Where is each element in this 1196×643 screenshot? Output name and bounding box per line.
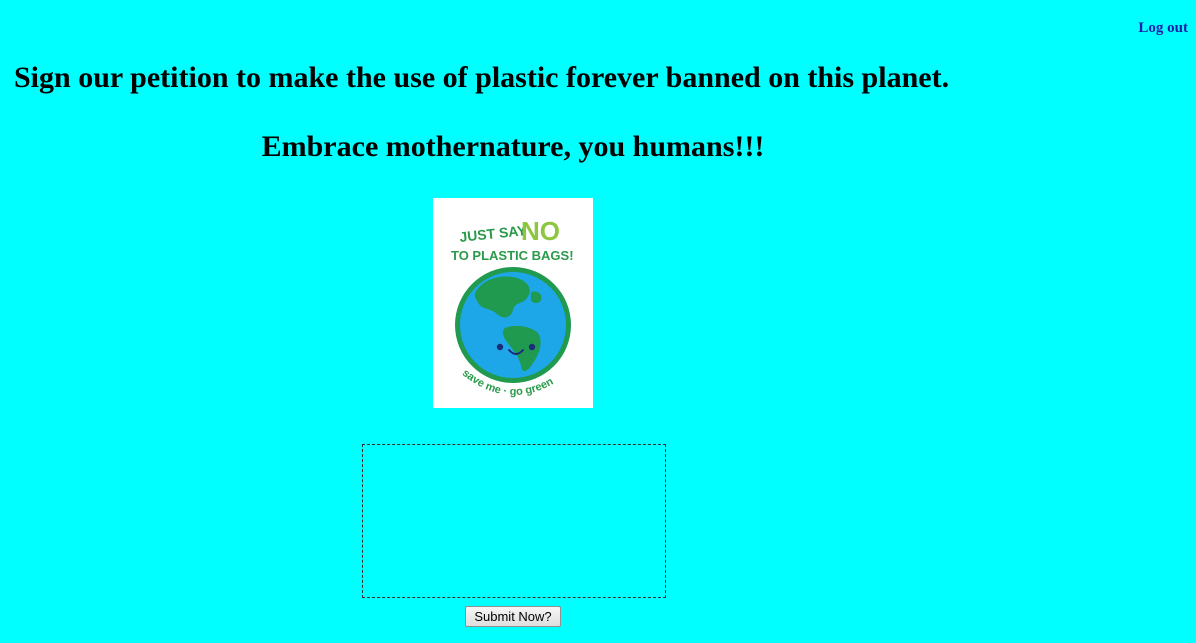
submit-button[interactable]: Submit Now?	[465, 606, 561, 627]
logout-link[interactable]: Log out	[1138, 20, 1188, 37]
page-title: Sign our petition to make the use of pla…	[14, 61, 950, 94]
poster-line1-emphasis: NO	[521, 216, 560, 246]
no-plastic-bags-poster: JUST SAY NO TO PLASTIC BAGS! save me · g…	[433, 198, 593, 408]
page-subtitle: Embrace mothernature, you humans!!!	[261, 130, 765, 163]
smiling-earth-icon	[455, 267, 571, 383]
poster-graphic: JUST SAY NO TO PLASTIC BAGS! save me · g…	[451, 216, 574, 398]
poster-line2: TO PLASTIC BAGS!	[451, 248, 574, 263]
poster-line1-prefix: JUST SAY	[459, 222, 528, 245]
petition-textarea[interactable]	[362, 444, 666, 598]
